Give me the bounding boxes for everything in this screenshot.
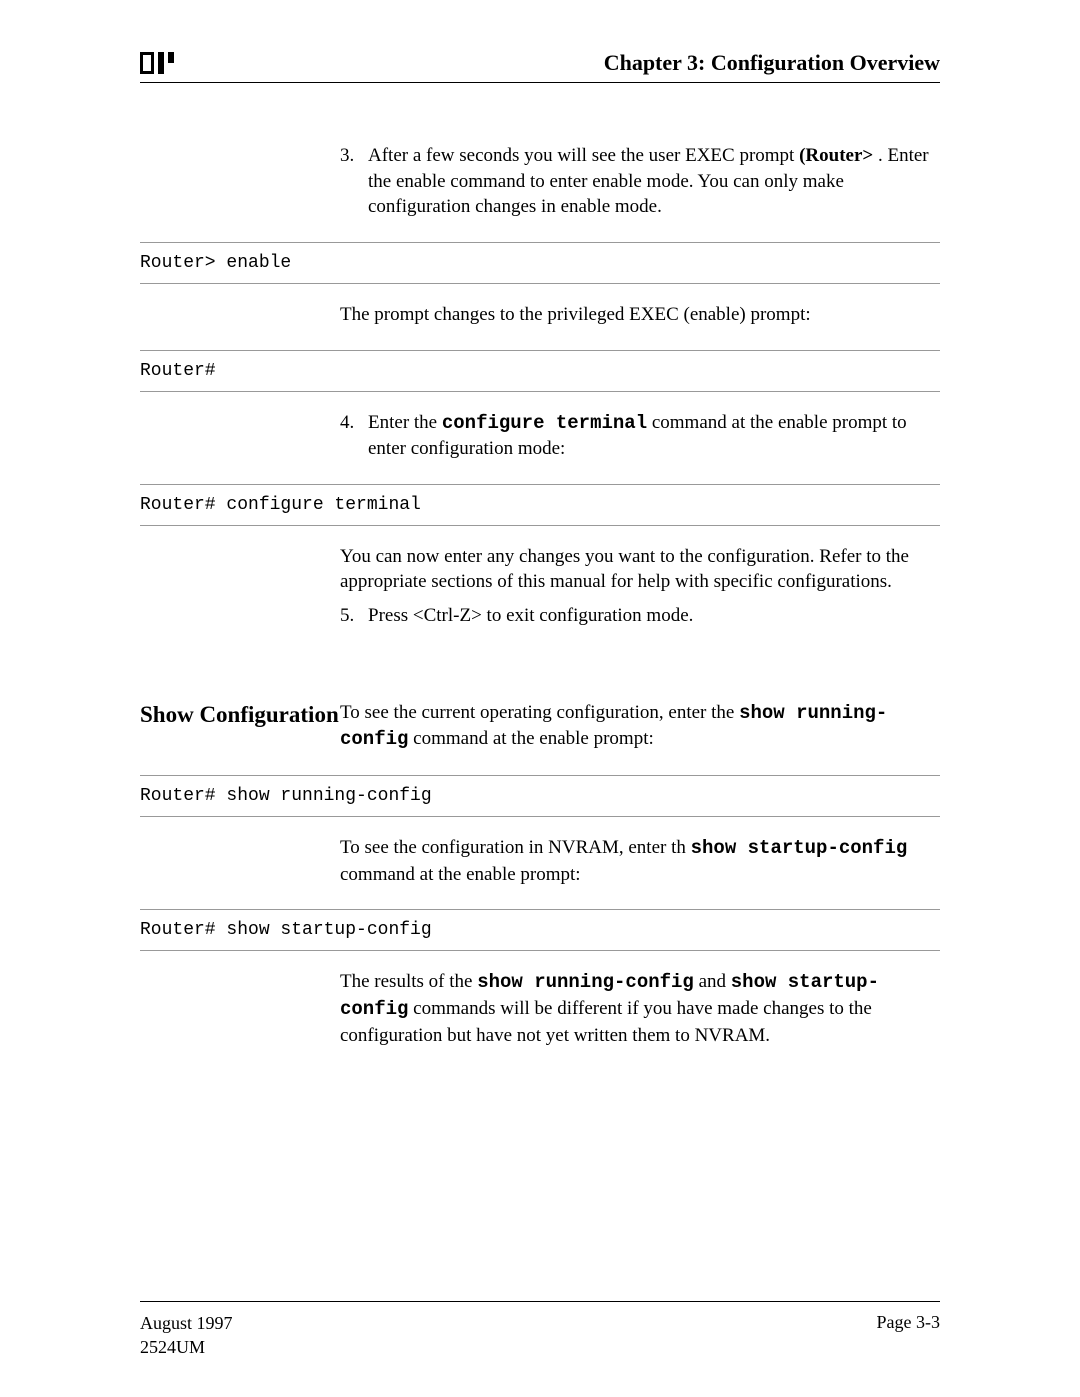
chapter-title: Chapter 3: Configuration Overview	[604, 50, 940, 76]
step-4-number: 4.	[340, 410, 368, 462]
step-4-text: Enter the configure terminal command at …	[368, 410, 940, 462]
code-configure-terminal: Router# configure terminal	[140, 484, 940, 526]
footer-page-number: Page 3-3	[877, 1312, 940, 1359]
code-show-startup: Router# show startup-config	[140, 909, 940, 951]
page-header: Chapter 3: Configuration Overview	[140, 50, 940, 83]
para-prompt-change: The prompt changes to the privileged EXE…	[140, 302, 940, 336]
step-5-number: 5.	[340, 603, 368, 629]
para-configuration-changes: You can now enter any changes you want t…	[140, 544, 940, 637]
show-startup-para: To see the configuration in NVRAM, enter…	[340, 835, 940, 887]
logo-icon	[140, 52, 176, 74]
step-3-number: 3.	[340, 143, 368, 220]
para-results: The results of the show running-config a…	[140, 969, 940, 1056]
code-show-running: Router# show running-config	[140, 775, 940, 817]
show-config-row: Show Configuration To see the current op…	[140, 700, 940, 761]
step-4-row: 4. Enter the configure terminal command …	[140, 410, 940, 470]
show-configuration-heading: Show Configuration	[140, 700, 340, 730]
footer-date: August 1997	[140, 1312, 233, 1335]
page-footer: August 1997 2524UM Page 3-3	[140, 1301, 940, 1359]
step-3-text: After a few seconds you will see the use…	[368, 143, 940, 220]
step-5-text: Press <Ctrl-Z> to exit configuration mod…	[368, 603, 940, 629]
code-enable: Router> enable	[140, 242, 940, 284]
show-running-para: To see the current operating configurati…	[340, 700, 940, 753]
para-nvram: To see the configuration in NVRAM, enter…	[140, 835, 940, 895]
footer-doc-id: 2524UM	[140, 1336, 233, 1359]
step-3-row: 3. After a few seconds you will see the …	[140, 143, 940, 228]
code-router-prompt: Router#	[140, 350, 940, 392]
results-para: The results of the show running-config a…	[340, 969, 940, 1048]
